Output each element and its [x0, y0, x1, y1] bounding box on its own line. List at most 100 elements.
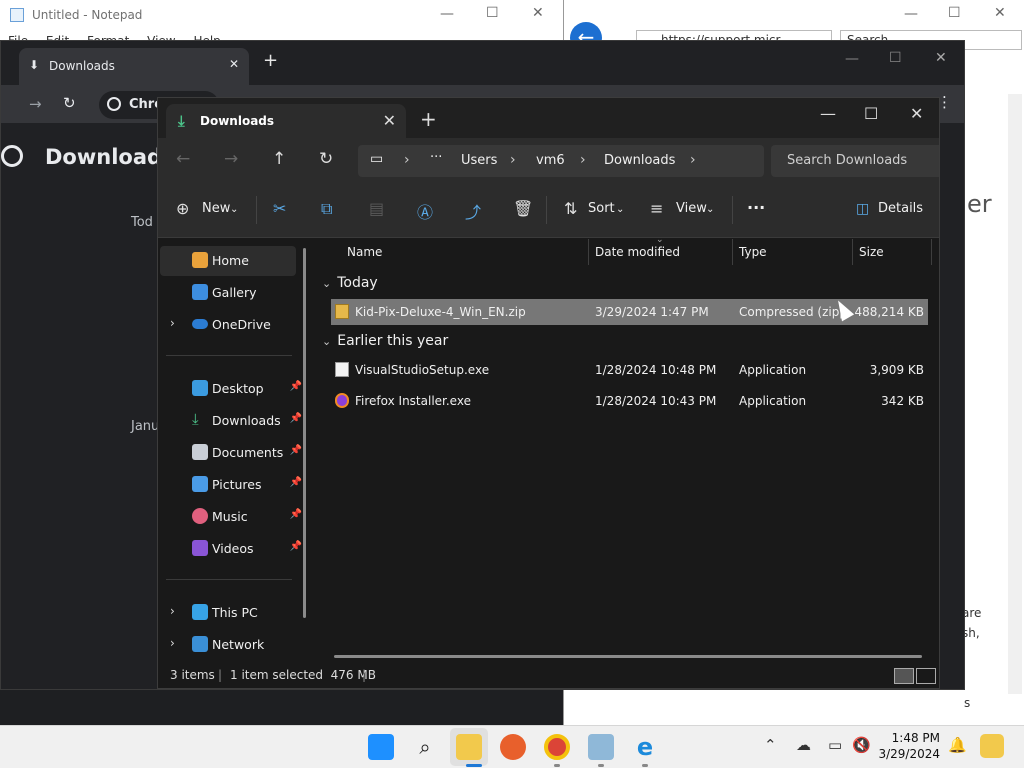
nav-gallery[interactable]: Gallery	[160, 278, 296, 308]
rename-icon[interactable]: Ⓐ	[417, 199, 433, 223]
pin-icon[interactable]: 📌	[290, 541, 302, 552]
chevron-up-icon[interactable]: ⌃	[764, 736, 777, 754]
chevron-right-icon[interactable]: ›	[690, 152, 696, 168]
file-list-scrollbar[interactable]	[334, 655, 922, 658]
breadcrumb[interactable]: ▭ › ··· Users › vm6 › Downloads ›	[358, 145, 764, 177]
pin-icon[interactable]: 📌	[290, 445, 302, 456]
group-header-earlier[interactable]: ⌄ Earlier this year	[322, 333, 448, 349]
nav-documents[interactable]: Documents 📌	[160, 438, 302, 468]
column-header-name[interactable]: Name	[347, 245, 382, 259]
reload-icon[interactable]: ↻	[63, 94, 76, 112]
search-input[interactable]: Search Downloads	[771, 145, 939, 177]
breadcrumb-vm6[interactable]: vm6	[536, 153, 565, 168]
chrome-maximize-icon[interactable]: ☐	[889, 50, 902, 66]
internet-explorer-icon[interactable]: e	[632, 734, 658, 760]
chrome-tab-downloads[interactable]: ⬇ Downloads ✕	[19, 48, 249, 85]
nav-network[interactable]: › Network	[160, 630, 296, 660]
details-pane-icon[interactable]: ◫	[856, 201, 869, 217]
pin-icon[interactable]: 📌	[290, 509, 302, 520]
chevron-right-icon[interactable]: ›	[510, 152, 516, 168]
close-icon[interactable]: ✕	[229, 57, 239, 71]
chevron-right-icon[interactable]: ›	[170, 636, 175, 650]
pin-icon[interactable]: 📌	[290, 381, 302, 392]
up-arrow-icon[interactable]: ↑	[272, 149, 286, 169]
column-header-date[interactable]: Date modified	[595, 245, 680, 259]
chevron-right-icon[interactable]: ›	[580, 152, 586, 168]
nav-onedrive[interactable]: › OneDrive	[160, 310, 296, 340]
refresh-icon[interactable]: ↻	[319, 149, 333, 169]
sort-button[interactable]: Sort	[588, 201, 615, 216]
plus-circle-icon[interactable]: ⊕	[176, 199, 189, 218]
nav-pane-scrollbar[interactable]	[303, 248, 306, 618]
copy-icon[interactable]: ⧉	[321, 199, 332, 219]
monitor-icon[interactable]: ▭	[370, 151, 383, 167]
chevron-right-icon[interactable]: ›	[404, 152, 410, 168]
nav-desktop[interactable]: Desktop 📌	[160, 374, 302, 404]
share-icon[interactable]: ⤴	[465, 199, 481, 223]
chevron-down-icon[interactable]: ⌄	[322, 277, 331, 290]
chevron-right-icon[interactable]: ›	[170, 316, 175, 330]
system-clock[interactable]: 1:48 PM 3/29/2024	[870, 730, 940, 762]
copilot-icon[interactable]	[980, 734, 1004, 758]
ie-scrollbar[interactable]	[1008, 94, 1022, 694]
new-button[interactable]: New	[202, 201, 230, 216]
view-list-icon[interactable]: ≡	[650, 199, 663, 218]
notepad-close-icon[interactable]: ✕	[532, 5, 544, 21]
tiles-view-button[interactable]	[916, 668, 936, 684]
breadcrumb-downloads[interactable]: Downloads	[604, 153, 675, 168]
explorer-tab-downloads[interactable]: ⤓ Downloads ✕	[166, 104, 406, 138]
minimize-icon[interactable]: —	[820, 104, 836, 123]
chrome-icon[interactable]	[544, 734, 570, 760]
back-arrow-icon[interactable]: ←	[176, 149, 190, 169]
nav-downloads[interactable]: ⤓ Downloads 📌	[160, 406, 302, 436]
view-button[interactable]: View	[676, 201, 707, 216]
display-icon[interactable]: ▭	[828, 736, 842, 754]
nav-this-pc[interactable]: › This PC	[160, 598, 296, 628]
chrome-minimize-icon[interactable]: —	[845, 51, 859, 67]
notepad-icon[interactable]	[588, 734, 614, 760]
close-tab-icon[interactable]: ✕	[383, 111, 396, 130]
nav-music[interactable]: Music 📌	[160, 502, 302, 532]
chevron-down-icon[interactable]: ⌄	[230, 204, 238, 215]
maximize-icon[interactable]: ☐	[864, 104, 878, 123]
sort-icon[interactable]: ⇅	[564, 199, 577, 218]
forward-arrow-icon[interactable]: →	[224, 149, 238, 169]
nav-home[interactable]: Home	[160, 246, 296, 276]
table-row[interactable]: Firefox Installer.exe 1/28/2024 10:43 PM…	[331, 388, 928, 414]
close-window-icon[interactable]: ✕	[910, 104, 923, 123]
nav-pictures[interactable]: Pictures 📌	[160, 470, 302, 500]
new-tab-icon[interactable]: +	[263, 50, 278, 71]
ie-minimize-icon[interactable]: —	[904, 6, 918, 22]
details-view-button[interactable]	[894, 668, 914, 684]
chevron-down-icon[interactable]: ⌄	[616, 204, 624, 215]
forward-icon[interactable]: →	[29, 95, 42, 113]
more-options-button[interactable]: ···	[747, 198, 765, 217]
chevron-right-icon[interactable]: ›	[170, 604, 175, 618]
column-header-type[interactable]: Type	[739, 245, 767, 259]
nav-videos[interactable]: Videos 📌	[160, 534, 302, 564]
new-tab-icon[interactable]: +	[420, 107, 437, 131]
start-windows-icon[interactable]	[368, 734, 394, 760]
column-header-size[interactable]: Size	[859, 245, 884, 259]
chevron-down-icon[interactable]: ⌄	[322, 335, 331, 348]
details-button[interactable]: Details	[878, 201, 923, 216]
cut-icon[interactable]: ✂	[273, 199, 286, 218]
notification-bell-icon[interactable]: 🔔	[948, 736, 967, 754]
chevron-down-icon[interactable]: ⌄	[706, 204, 714, 215]
pin-icon[interactable]: 📌	[290, 413, 302, 424]
ie-maximize-icon[interactable]: ☐	[948, 5, 961, 21]
table-row[interactable]: VisualStudioSetup.exe 1/28/2024 10:48 PM…	[331, 357, 928, 383]
delete-icon[interactable]: 🗑	[513, 199, 533, 218]
pin-icon[interactable]: 📌	[290, 477, 302, 488]
notepad-maximize-icon[interactable]: ☐	[486, 5, 499, 21]
group-header-today[interactable]: ⌄ Today	[322, 275, 378, 291]
network-off-icon[interactable]: ☁	[796, 736, 811, 754]
breadcrumb-users[interactable]: Users	[461, 153, 497, 168]
notepad-minimize-icon[interactable]: —	[440, 6, 454, 22]
firefox-icon[interactable]	[500, 734, 526, 760]
ie-close-icon[interactable]: ✕	[994, 5, 1006, 21]
paste-icon[interactable]: ▤	[369, 199, 384, 218]
chrome-close-icon[interactable]: ✕	[935, 50, 947, 66]
file-explorer-icon[interactable]	[456, 734, 482, 760]
more-locations-icon[interactable]: ···	[430, 150, 442, 165]
